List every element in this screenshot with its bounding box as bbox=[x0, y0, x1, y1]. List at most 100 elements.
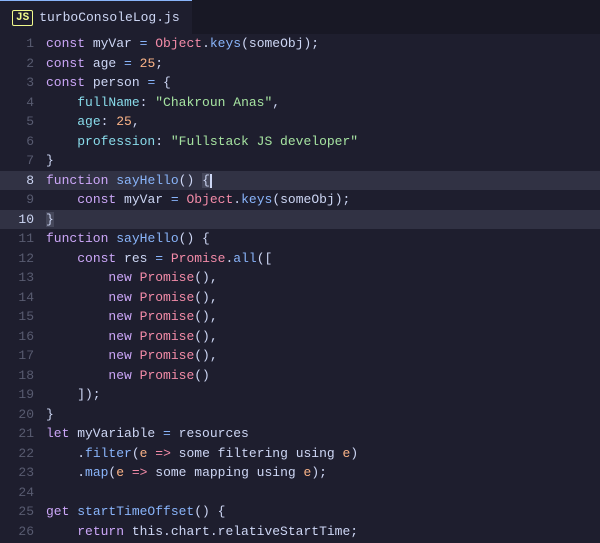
token: sayHello bbox=[116, 231, 178, 246]
editor: JS turboConsoleLog.js 123456789101112131… bbox=[0, 0, 600, 543]
token bbox=[46, 114, 77, 129]
code-line-25: get startTimeOffset() { bbox=[42, 502, 600, 522]
line-number-14: 14 bbox=[0, 288, 42, 308]
code-lines[interactable]: const myVar = Object.keys(someObj);const… bbox=[42, 34, 600, 543]
token bbox=[132, 56, 140, 71]
code-line-1: const myVar = Object.keys(someObj); bbox=[42, 34, 600, 54]
token: , bbox=[272, 95, 280, 110]
token: . bbox=[233, 192, 241, 207]
token: resources bbox=[171, 426, 249, 441]
line-number-7: 7 bbox=[0, 151, 42, 171]
token: { bbox=[202, 173, 210, 188]
token bbox=[132, 329, 140, 344]
token: new bbox=[108, 270, 131, 285]
token: res bbox=[116, 251, 155, 266]
line-number-8: 8 bbox=[0, 171, 42, 191]
tab-filename: turboConsoleLog.js bbox=[39, 10, 179, 25]
token: } bbox=[46, 212, 54, 227]
token: const bbox=[77, 251, 116, 266]
token bbox=[46, 270, 108, 285]
token: 25 bbox=[140, 56, 156, 71]
token: ) bbox=[350, 446, 358, 461]
line-number-1: 1 bbox=[0, 34, 42, 54]
token: profession bbox=[77, 134, 155, 149]
token: keys bbox=[210, 36, 241, 51]
code-area: 1234567891011121314151617181920212223242… bbox=[0, 34, 600, 543]
line-number-25: 25 bbox=[0, 502, 42, 522]
token: new bbox=[108, 329, 131, 344]
token: () bbox=[194, 368, 210, 383]
line-number-24: 24 bbox=[0, 483, 42, 503]
token bbox=[46, 524, 77, 539]
token: , bbox=[132, 114, 140, 129]
token: (), bbox=[194, 348, 217, 363]
token: Promise bbox=[140, 270, 195, 285]
token: Promise bbox=[140, 309, 195, 324]
line-number-12: 12 bbox=[0, 249, 42, 269]
code-line-2: const age = 25; bbox=[42, 54, 600, 74]
token: ([ bbox=[257, 251, 273, 266]
line-number-17: 17 bbox=[0, 346, 42, 366]
token: myVar bbox=[116, 192, 171, 207]
token bbox=[132, 270, 140, 285]
token: const bbox=[46, 36, 85, 51]
token bbox=[46, 192, 77, 207]
code-line-14: new Promise(), bbox=[42, 288, 600, 308]
token: . bbox=[202, 36, 210, 51]
token: some filtering using bbox=[171, 446, 343, 461]
line-number-2: 2 bbox=[0, 54, 42, 74]
token: () { bbox=[179, 231, 210, 246]
token bbox=[46, 309, 108, 324]
token: (), bbox=[194, 290, 217, 305]
code-line-24 bbox=[42, 483, 600, 503]
code-line-23: .map(e => some mapping using e); bbox=[42, 463, 600, 483]
token: const bbox=[46, 56, 85, 71]
line-number-20: 20 bbox=[0, 405, 42, 425]
token: new bbox=[108, 348, 131, 363]
code-line-9: const myVar = Object.keys(someObj); bbox=[42, 190, 600, 210]
token: sayHello bbox=[116, 173, 178, 188]
token: => bbox=[155, 446, 171, 461]
token: 25 bbox=[116, 114, 132, 129]
token: this.chart.relativeStartTime; bbox=[124, 524, 358, 539]
line-number-18: 18 bbox=[0, 366, 42, 386]
token: (), bbox=[194, 329, 217, 344]
token: age bbox=[77, 114, 100, 129]
token: person bbox=[85, 75, 147, 90]
line-number-5: 5 bbox=[0, 112, 42, 132]
token: : bbox=[140, 95, 156, 110]
line-number-4: 4 bbox=[0, 93, 42, 113]
token: new bbox=[108, 290, 131, 305]
token: () { bbox=[194, 504, 225, 519]
token: const bbox=[77, 192, 116, 207]
line-number-6: 6 bbox=[0, 132, 42, 152]
token: return bbox=[77, 524, 124, 539]
code-line-3: const person = { bbox=[42, 73, 600, 93]
token: = bbox=[155, 251, 163, 266]
line-number-23: 23 bbox=[0, 463, 42, 483]
token bbox=[46, 95, 77, 110]
line-number-3: 3 bbox=[0, 73, 42, 93]
token bbox=[46, 368, 108, 383]
tab-bar: JS turboConsoleLog.js bbox=[0, 0, 600, 34]
token: (), bbox=[194, 309, 217, 324]
token: . bbox=[46, 446, 85, 461]
token bbox=[132, 290, 140, 305]
token: = bbox=[124, 56, 132, 71]
code-line-6: profession: "Fullstack JS developer" bbox=[42, 132, 600, 152]
token: Object bbox=[186, 192, 233, 207]
token: myVar bbox=[85, 36, 140, 51]
code-line-15: new Promise(), bbox=[42, 307, 600, 327]
token: : bbox=[155, 134, 171, 149]
token: Promise bbox=[140, 348, 195, 363]
token: Promise bbox=[140, 329, 195, 344]
file-tab[interactable]: JS turboConsoleLog.js bbox=[0, 0, 192, 34]
line-number-26: 26 bbox=[0, 522, 42, 542]
token: myVariable bbox=[69, 426, 163, 441]
token bbox=[46, 251, 77, 266]
token bbox=[124, 465, 132, 480]
line-numbers: 1234567891011121314151617181920212223242… bbox=[0, 34, 42, 543]
line-number-16: 16 bbox=[0, 327, 42, 347]
token bbox=[163, 251, 171, 266]
token: ; bbox=[155, 56, 163, 71]
